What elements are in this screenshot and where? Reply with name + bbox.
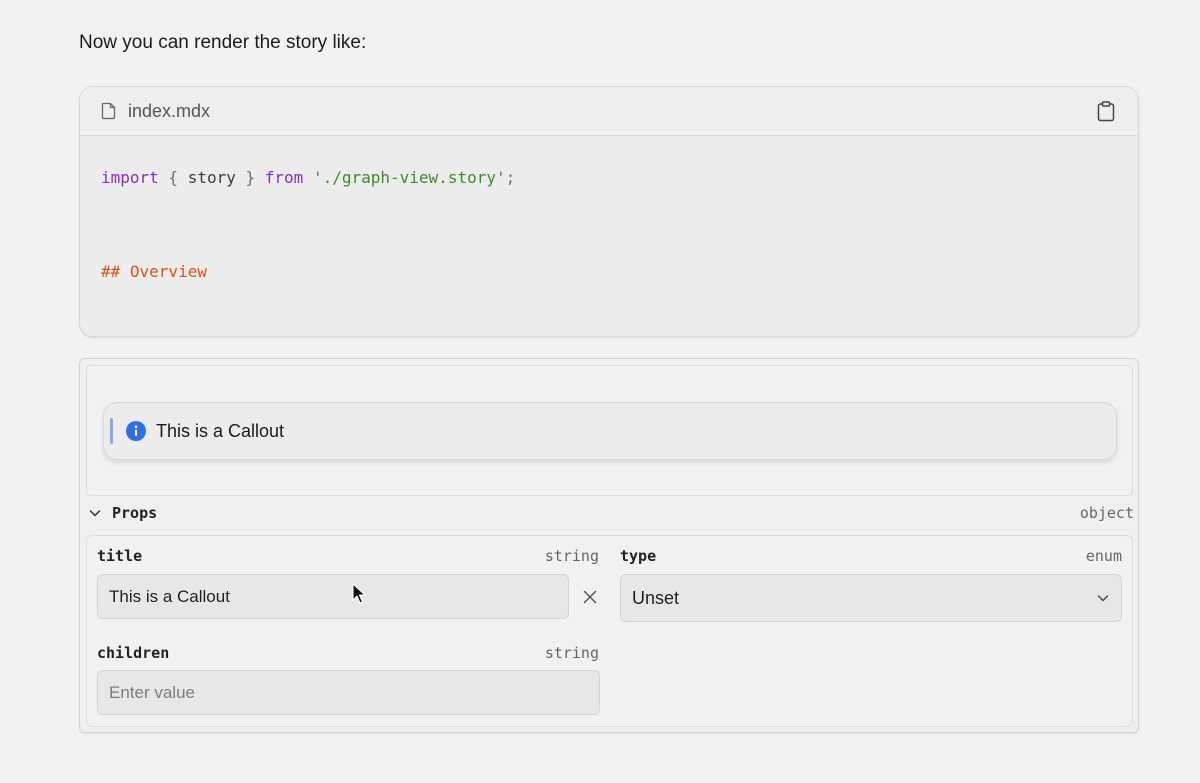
props-label: Props [112, 504, 158, 522]
type-select-value: Unset [632, 587, 680, 608]
children-field-type: string [544, 644, 599, 662]
intro-text: Now you can render the story like: [79, 32, 367, 53]
code-token: story [187, 168, 236, 187]
code-line: ## Overview [101, 248, 1117, 295]
code-filename: index.mdx [128, 100, 211, 121]
props-panel: title string This is a Callout type enum… [86, 535, 1133, 727]
title-field-label: title [97, 547, 143, 565]
children-input[interactable]: Enter value [97, 670, 600, 715]
type-select[interactable]: Unset [620, 574, 1122, 622]
chevron-down-icon [1096, 591, 1110, 605]
copy-button[interactable] [1094, 99, 1118, 123]
story-preview: This is a Callout Props object title str… [79, 358, 1139, 733]
callout: This is a Callout [103, 402, 1117, 460]
callout-title: This is a Callout [156, 420, 285, 441]
code-token: { [158, 168, 188, 187]
code-token: } [235, 168, 265, 187]
file-icon [101, 102, 117, 120]
title-field-type: string [544, 547, 599, 565]
code-line: import { story } from './graph-view.stor… [101, 154, 1117, 201]
code-token: './graph-view.story' [312, 168, 506, 187]
mouse-cursor-icon [352, 583, 366, 604]
type-field-type: enum [1085, 547, 1122, 565]
children-field-label: children [97, 644, 170, 662]
preview-stage: This is a Callout [86, 365, 1133, 496]
type-field-label: type [620, 547, 657, 565]
props-section-header[interactable]: Props object [88, 502, 1134, 524]
callout-accent-bar [110, 418, 113, 444]
title-input[interactable]: This is a Callout [97, 574, 569, 619]
props-type: object [1079, 504, 1134, 522]
code-block-header: index.mdx [80, 87, 1138, 136]
code-token: import [101, 168, 159, 187]
chevron-down-icon[interactable] [88, 506, 102, 520]
code-block: index.mdx import { story } from './graph… [79, 86, 1139, 337]
close-icon [583, 590, 597, 604]
code-token: ; [505, 168, 516, 187]
info-icon [126, 421, 146, 441]
code-token: ## Overview [101, 262, 207, 281]
clear-title-button[interactable] [580, 587, 600, 607]
clipboard-icon [1097, 100, 1115, 121]
code-content: import { story } from './graph-view.stor… [80, 136, 1138, 336]
code-token: from [264, 168, 304, 187]
